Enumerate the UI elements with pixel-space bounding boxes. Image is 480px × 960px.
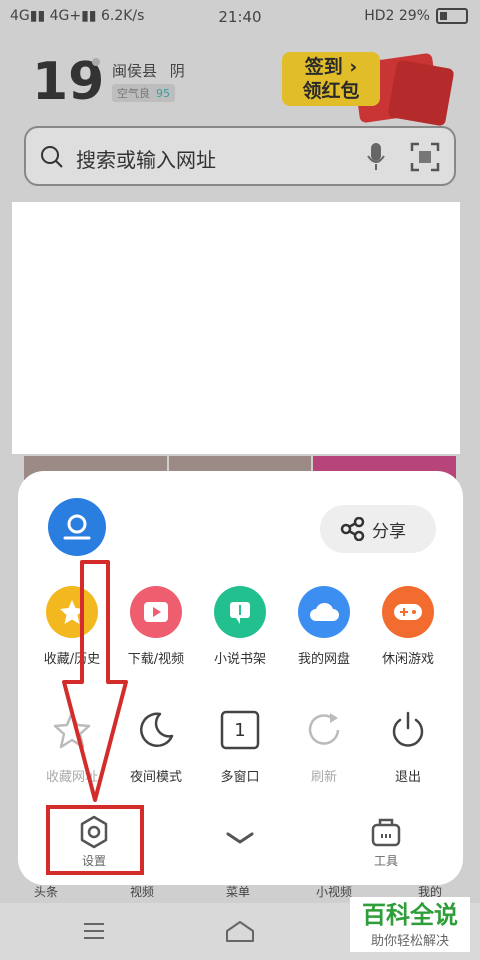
promo-line1: 签到 › — [304, 56, 358, 78]
menu-label: 我的网盘 — [297, 652, 350, 667]
gamepad-icon — [382, 586, 434, 638]
status-right-text: HD2 29% — [364, 8, 430, 24]
weather-condition: 阴 — [169, 62, 185, 80]
air-quality-badge: 空气良 95 — [112, 84, 175, 102]
tab-menu[interactable]: 菜单 — [226, 883, 250, 900]
window-count-icon: 1 — [214, 704, 266, 756]
share-label: 分享 — [372, 522, 406, 542]
menu-label: 刷新 — [310, 770, 337, 785]
menu-lines-icon[interactable] — [82, 921, 106, 941]
air-quality-value: 95 — [156, 87, 170, 100]
tab-headlines[interactable]: 头条 — [34, 883, 58, 900]
red-envelope-image-2 — [387, 59, 455, 127]
tools-label: 工具 — [373, 854, 398, 868]
window-count: 1 — [234, 719, 246, 741]
menu-label: 休闲游戏 — [381, 652, 434, 667]
book-icon — [214, 586, 266, 638]
search-icon — [41, 146, 63, 168]
search-bar[interactable]: 搜索或输入网址 — [24, 126, 456, 186]
tab-short-video[interactable]: 小视频 — [316, 883, 352, 900]
promo-line2: 领红包 — [302, 80, 360, 102]
user-icon — [63, 514, 91, 540]
degree-icon — [92, 58, 100, 66]
watermark-subtitle: 助你轻松解决 — [370, 934, 449, 949]
home-icon[interactable] — [224, 919, 256, 943]
status-bar: 4G▮▮ 4G+▮▮ 6.2K/s 21:40 HD2 29% — [0, 0, 480, 34]
menu-refresh[interactable]: 刷新 — [282, 704, 366, 785]
share-icon — [340, 517, 365, 541]
content-blank-area — [12, 202, 460, 454]
battery-icon — [436, 8, 468, 24]
menu-label: 小说书架 — [213, 652, 266, 667]
watermark-title: 百科全说 — [362, 901, 458, 929]
collapse-chevron-icon[interactable] — [222, 826, 258, 850]
tools-button[interactable]: 工具 — [346, 812, 426, 872]
location-name: 闽侯县 — [112, 62, 158, 80]
menu-multi-window[interactable]: 1 多窗口 — [198, 704, 282, 785]
system-icons: HD2 29% — [364, 8, 468, 24]
moon-icon — [130, 704, 182, 756]
menu-novel-bookshelf[interactable]: 小说书架 — [198, 586, 282, 667]
watermark-logo: 百科全说 助你轻松解决 — [350, 897, 470, 952]
tab-video[interactable]: 视频 — [130, 883, 154, 900]
menu-label: 夜间模式 — [129, 770, 182, 785]
user-avatar[interactable] — [48, 498, 106, 556]
menu-casual-games[interactable]: 休闲游戏 — [366, 586, 450, 667]
power-icon — [382, 704, 434, 756]
annotation-highlight-box — [46, 805, 144, 875]
refresh-icon — [298, 704, 350, 756]
menu-label: 多窗口 — [220, 770, 260, 785]
menu-exit[interactable]: 退出 — [366, 704, 450, 785]
air-quality-label: 空气良 — [117, 87, 150, 100]
play-icon — [130, 586, 182, 638]
annotation-arrow — [62, 560, 128, 802]
toolbox-icon — [371, 818, 401, 847]
share-button[interactable]: 分享 — [320, 505, 436, 553]
menu-label: 退出 — [394, 770, 421, 785]
search-placeholder: 搜索或输入网址 — [76, 148, 216, 172]
scan-icon[interactable] — [410, 142, 440, 172]
menu-label: 下载/视频 — [127, 652, 185, 667]
microphone-icon[interactable] — [366, 142, 386, 172]
weather-location[interactable]: 闽侯县 阴 — [112, 60, 185, 81]
signin-redpacket-button[interactable]: 签到 › 领红包 — [282, 52, 380, 106]
cloud-icon — [298, 586, 350, 638]
menu-cloud-drive[interactable]: 我的网盘 — [282, 586, 366, 667]
